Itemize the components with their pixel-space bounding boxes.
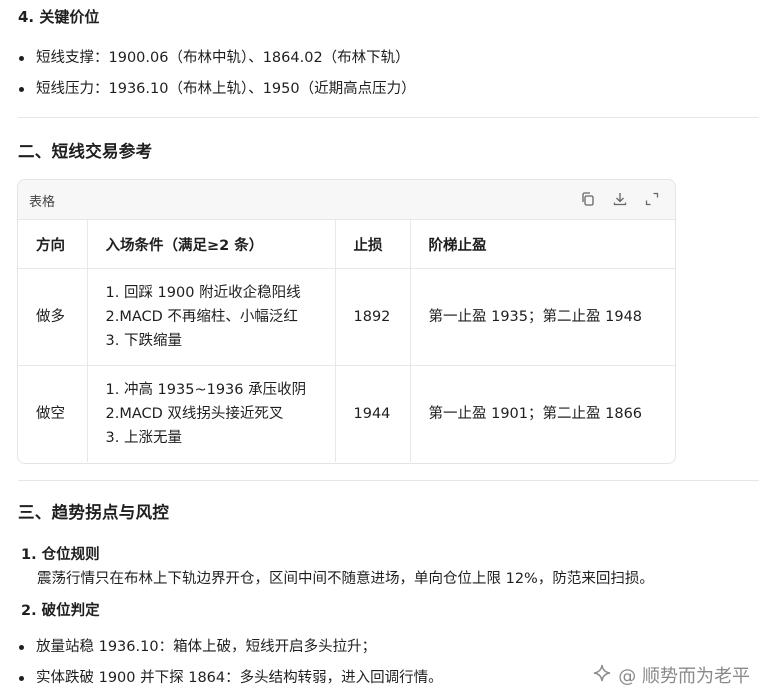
stop-loss-cell: 1892	[335, 268, 411, 366]
divider	[18, 117, 759, 118]
table-row: 做空 1. 冲高 1935~1936 承压收阴 2.MACD 双线拐头接近死叉 …	[18, 365, 675, 462]
column-header: 入场条件（满足≥2 条）	[87, 220, 336, 269]
take-profit-cell: 第一止盈 1935；第二止盈 1948	[410, 268, 675, 366]
condition-line: 3. 上涨无量	[105, 430, 182, 446]
conditions-cell: 1. 回踩 1900 附近收企稳阳线 2.MACD 不再缩柱、小幅泛红 3. 下…	[87, 268, 336, 366]
condition-line: 1. 回踩 1900 附近收企稳阳线	[105, 285, 301, 301]
key-levels-list: 短线支撑：1900.06（布林中轨）、1864.02（布林下轨） 短线压力：19…	[0, 48, 416, 110]
list-item: 实体跌破 1900 并下探 1864：多头结构转弱，进入回调行情。	[0, 668, 443, 699]
conditions-cell: 1. 冲高 1935~1936 承压收阴 2.MACD 双线拐头接近死叉 3. …	[87, 365, 336, 462]
breakout-list: 放量站稳 1936.10：箱体上破，短线开启多头拉升； 实体跌破 1900 并下…	[0, 637, 443, 699]
list-item: 放量站稳 1936.10：箱体上破，短线开启多头拉升；	[0, 637, 443, 668]
list-item-title: 1. 仓位规则	[21, 547, 100, 563]
section2-title: 二、短线交易参考	[18, 142, 153, 161]
direction-cell: 做多	[18, 268, 88, 366]
column-header: 阶梯止盈	[410, 220, 675, 269]
section4-title: 4. 关键价位	[18, 8, 100, 26]
condition-line: 3. 下跌缩量	[105, 333, 182, 349]
condition-line: 2.MACD 不再缩柱、小幅泛红	[105, 309, 298, 325]
trade-table: 方向 入场条件（满足≥2 条） 止损 阶梯止盈 做多 1. 回踩 1900 附近…	[18, 220, 675, 462]
watermark: @ 顺势而为老平	[592, 662, 750, 688]
copy-icon[interactable]	[580, 191, 596, 207]
list-item-title: 2. 破位判定	[21, 603, 100, 619]
direction-cell: 做空	[18, 365, 88, 462]
sparkle-icon	[592, 663, 612, 688]
table-label: 表格	[29, 195, 56, 210]
table-row: 做多 1. 回踩 1900 附近收企稳阳线 2.MACD 不再缩柱、小幅泛红 3…	[18, 268, 675, 366]
table-card: 表格 方向 入场条件（满足≥2 条） 止损 阶梯止盈 做多 1. 回踩 1900…	[17, 179, 676, 464]
condition-line: 2.MACD 双线拐头接近死叉	[105, 406, 284, 422]
watermark-text: @ 顺势而为老平	[618, 666, 750, 687]
stop-loss-cell: 1944	[335, 365, 411, 462]
condition-line: 1. 冲高 1935~1936 承压收阴	[105, 382, 307, 398]
column-header: 方向	[18, 220, 88, 269]
expand-icon[interactable]	[644, 191, 660, 207]
column-header: 止损	[335, 220, 411, 269]
table-header-bar: 表格	[18, 180, 675, 220]
list-item: 短线支撑：1900.06（布林中轨）、1864.02（布林下轨）	[0, 48, 416, 79]
divider	[18, 480, 759, 481]
section3-title: 三、趋势拐点与风控	[18, 503, 170, 522]
download-icon[interactable]	[612, 191, 628, 207]
list-item: 短线压力：1936.10（布林上轨）、1950（近期高点压力）	[0, 79, 416, 110]
table-header-row: 方向 入场条件（满足≥2 条） 止损 阶梯止盈	[18, 220, 675, 269]
take-profit-cell: 第一止盈 1901；第二止盈 1866	[428, 406, 643, 422]
list-item-text: 震荡行情只在布林上下轨边界开仓，区间中间不随意进场，单向仓位上限 12%，防范来…	[37, 571, 654, 587]
